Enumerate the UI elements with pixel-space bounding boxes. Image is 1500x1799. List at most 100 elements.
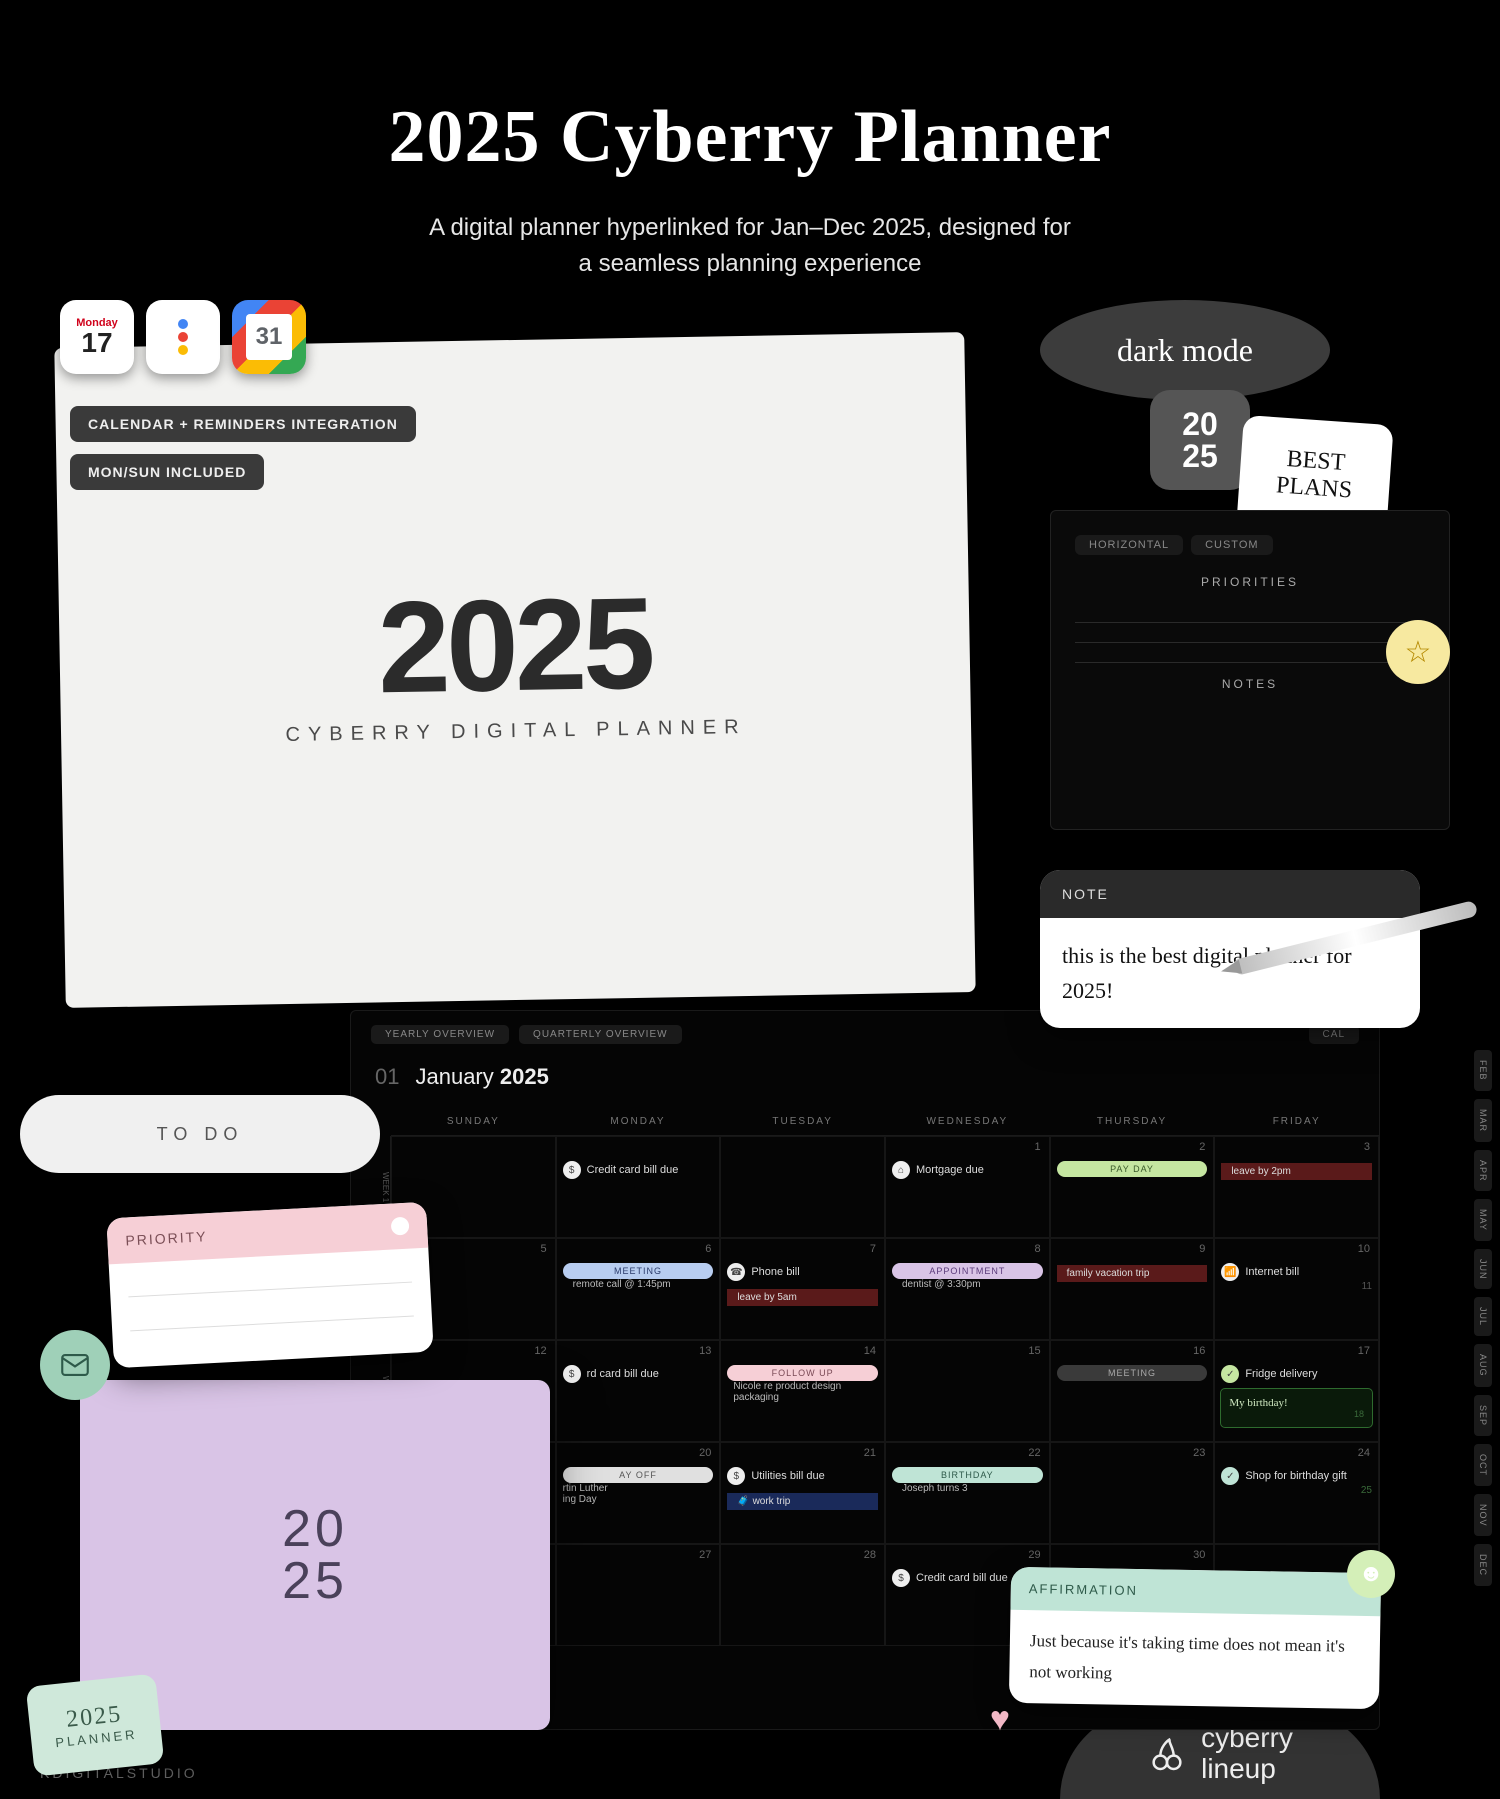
cal-cell[interactable]: 2PAY DAY [1050, 1136, 1215, 1238]
year-square-sticker: 20 25 [1150, 390, 1250, 490]
cal-cell[interactable]: 10📶Internet bill11 [1214, 1238, 1379, 1340]
day-num: 7 [870, 1243, 876, 1255]
cal-cell[interactable]: 21$Utilities bill due🧳 work trip [720, 1442, 885, 1544]
tab-horizontal[interactable]: HORIZONTAL [1075, 535, 1183, 555]
cal-cell[interactable]: 23 [1050, 1442, 1215, 1544]
cal-cell[interactable]: $Credit card bill due [556, 1136, 721, 1238]
dow-tue: TUESDAY [720, 1108, 885, 1136]
day-num: 23 [1193, 1447, 1205, 1459]
todo-pill: TO DO [20, 1095, 380, 1173]
cal-cell[interactable]: 6MEETINGremote call @ 1:45pm [556, 1238, 721, 1340]
day-num: 1 [1035, 1141, 1041, 1153]
day-num: 14 [864, 1345, 876, 1357]
cal-cell[interactable]: 24✓Shop for birthday gift25 [1214, 1442, 1379, 1544]
month-tab[interactable]: APR [1474, 1150, 1492, 1192]
page-subtitle: A digital planner hyperlinked for Jan–De… [0, 210, 1500, 282]
priority-sticky: PRIORITY [106, 1202, 433, 1369]
cal-cell[interactable]: 14FOLLOW UPNicole re product design pack… [720, 1340, 885, 1442]
month-tab[interactable]: JUN [1474, 1249, 1492, 1290]
cal-cell[interactable]: 3 leave by 2pm [1214, 1136, 1379, 1238]
day-num: 11 [1221, 1281, 1372, 1292]
day-num: 17 [1358, 1345, 1370, 1357]
cal-cell[interactable]: 7☎Phone billleave by 5am [720, 1238, 885, 1340]
tab-custom[interactable]: CUSTOM [1191, 535, 1272, 555]
money-icon: $ [563, 1161, 581, 1179]
event-label: work trip [753, 1496, 791, 1507]
bar-vacation: family vacation trip [1057, 1265, 1208, 1282]
pill-appointment: APPOINTMENT [892, 1263, 1043, 1279]
cal-cell[interactable]: 20AY OFFrtin Luther ing Day [556, 1442, 721, 1544]
month-tab[interactable]: NOV [1474, 1494, 1492, 1537]
tab-yearly[interactable]: YEARLY OVERVIEW [371, 1025, 509, 1044]
month-tab[interactable]: OCT [1474, 1444, 1492, 1486]
gcal-day: 31 [246, 314, 292, 360]
month-tab[interactable]: AUG [1474, 1344, 1492, 1387]
event-label: Shop for birthday gift [1245, 1470, 1347, 1482]
bar-worktrip: 🧳 work trip [727, 1493, 878, 1510]
wifi-icon: 📶 [1221, 1263, 1239, 1281]
cal-cell[interactable]: 17✓Fridge deliveryMy birthday!18 [1214, 1340, 1379, 1442]
event-label: Joseph turns 3 [902, 1483, 1043, 1494]
cal-cell[interactable]: 9family vacation trip [1050, 1238, 1215, 1340]
cal-cell[interactable]: 13 $ rd card bill due [556, 1340, 721, 1442]
bar-leave5am: leave by 5am [727, 1289, 878, 1306]
day-num: 2 [1199, 1141, 1205, 1153]
reminders-icon [146, 300, 220, 374]
cal-cell[interactable] [720, 1136, 885, 1238]
day-num: 25 [1221, 1485, 1372, 1496]
day-num: 10 [1358, 1243, 1370, 1255]
pill-birthday: BIRTHDAY [892, 1467, 1043, 1483]
cal-cell[interactable]: 27 [556, 1544, 721, 1646]
bar-leave2pm: leave by 2pm [1221, 1163, 1372, 1180]
day-num: 30 [1193, 1549, 1205, 1561]
event-label: Mortgage due [916, 1164, 984, 1176]
event-label: Phone bill [751, 1266, 799, 1278]
dow-sun: SUNDAY [391, 1108, 556, 1136]
page-title: 2025 Cyberry Planner [0, 95, 1500, 180]
cal-cell[interactable]: 28 [720, 1544, 885, 1646]
month-name: January [415, 1064, 493, 1089]
money-icon: $ [563, 1365, 581, 1383]
month-tab[interactable]: SEP [1474, 1395, 1492, 1436]
month-tab[interactable]: MAY [1474, 1199, 1492, 1241]
day-num: 18 [1229, 1409, 1364, 1419]
pill-meeting: MEETING [563, 1263, 714, 1279]
lilac-year: 20 25 [282, 1503, 348, 1607]
day-num: 12 [534, 1345, 546, 1357]
cal-cell[interactable]: 8APPOINTMENTdentist @ 3:30pm [885, 1238, 1050, 1340]
apple-calendar-icon: Monday 17 [60, 300, 134, 374]
month-tab[interactable]: DEC [1474, 1544, 1492, 1586]
notes-heading: NOTES [1075, 677, 1425, 691]
note-head: NOTE [1040, 870, 1420, 918]
star-icon: ☆ [1386, 620, 1450, 684]
event-label: rtin Luther ing Day [563, 1483, 714, 1505]
cal-cell[interactable]: 1 ⌂ Mortgage due [885, 1136, 1050, 1238]
day-num: 13 [699, 1345, 711, 1357]
event-label: rd card bill due [587, 1368, 659, 1380]
home-icon: ⌂ [892, 1161, 910, 1179]
day-num: 3 [1364, 1141, 1370, 1153]
month-tab[interactable]: JUL [1474, 1297, 1492, 1336]
dow-wed: WEDNESDAY [885, 1108, 1050, 1136]
delivery-icon: ✓ [1221, 1365, 1239, 1383]
day-num: 5 [541, 1243, 547, 1255]
day-num: 6 [705, 1243, 711, 1255]
affirmation-label: AFFIRMATION [1029, 1581, 1138, 1598]
tab-quarterly[interactable]: QUARTERLY OVERVIEW [519, 1025, 682, 1044]
google-calendar-icon: 31 [232, 300, 306, 374]
check-icon: ✓ [1221, 1467, 1239, 1485]
dow-mon: MONDAY [556, 1108, 721, 1136]
cal-cell[interactable]: 15 [885, 1340, 1050, 1442]
cal-cell[interactable]: 22BIRTHDAYJoseph turns 3 [885, 1442, 1050, 1544]
month-tab[interactable]: MAR [1474, 1099, 1492, 1142]
cal-cell[interactable]: 16MEETING [1050, 1340, 1215, 1442]
cal-day: 17 [81, 329, 112, 357]
pill-meeting2: MEETING [1057, 1365, 1208, 1381]
dark-mode-bubble: dark mode [1040, 300, 1330, 400]
day-num: 15 [1028, 1345, 1040, 1357]
badge-monsun: MON/SUN INCLUDED [70, 454, 264, 490]
month-tab[interactable]: FEB [1474, 1050, 1492, 1091]
heart-icon: ♥ [990, 1700, 1010, 1739]
day-num: 8 [1035, 1243, 1041, 1255]
dow-fri: FRIDAY [1214, 1108, 1379, 1136]
